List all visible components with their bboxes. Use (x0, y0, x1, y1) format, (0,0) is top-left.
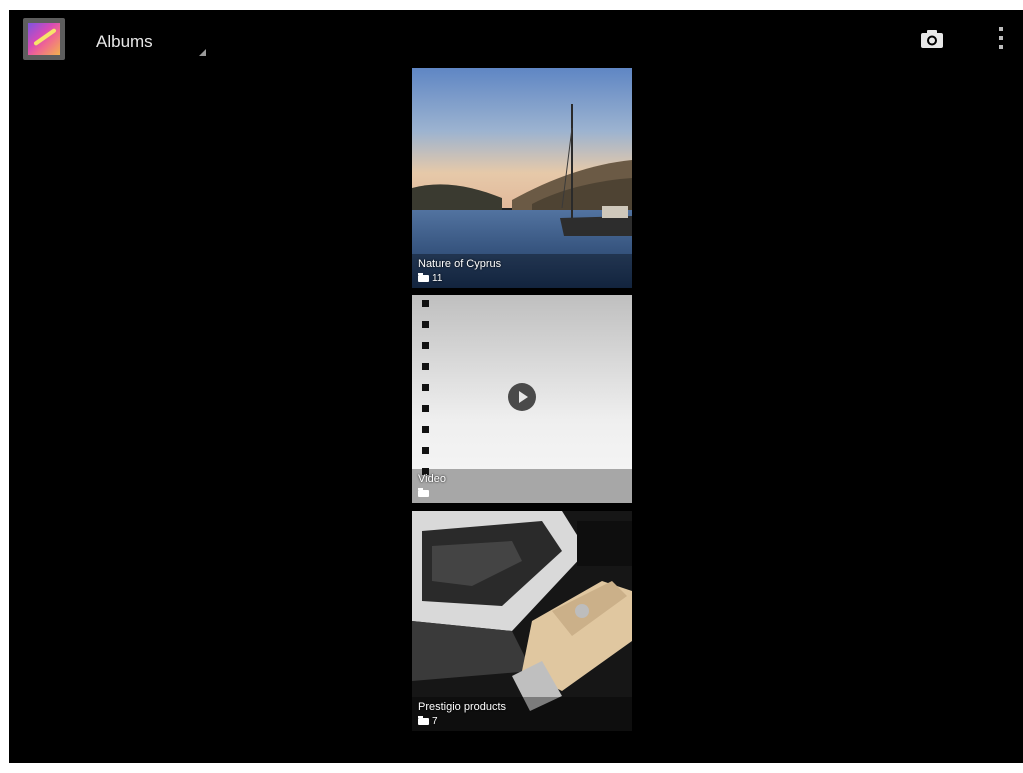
app-icon-image (28, 23, 60, 55)
album-name: Prestigio products (418, 701, 507, 713)
camera-button[interactable] (919, 26, 945, 52)
albums-view-spinner[interactable]: Albums (96, 10, 206, 62)
album-prestigio-products[interactable]: Prestigio products 7 (412, 511, 632, 731)
gallery-app-icon[interactable] (23, 18, 65, 60)
folder-icon (418, 273, 429, 282)
album-name: Video (418, 473, 446, 485)
overflow-menu-icon (999, 27, 1003, 49)
album-count: 11 (432, 273, 443, 284)
gallery-screen: Albums Nature of Cyprus 11 Video Prestig… (9, 10, 1023, 763)
film-strip-holes (422, 300, 430, 480)
album-name: Nature of Cyprus (418, 258, 502, 270)
overflow-menu-button[interactable] (991, 24, 1011, 54)
page-title: Albums (96, 32, 153, 51)
album-video[interactable]: Video (412, 295, 632, 503)
album-count: 7 (432, 716, 438, 727)
spinner-arrow-icon (199, 49, 206, 56)
camera-icon (921, 30, 943, 48)
album-nature-of-cyprus[interactable]: Nature of Cyprus 11 (412, 68, 632, 288)
folder-icon (418, 716, 429, 725)
folder-icon (418, 488, 429, 497)
play-icon (508, 383, 536, 411)
action-bar: Albums (9, 10, 1023, 66)
